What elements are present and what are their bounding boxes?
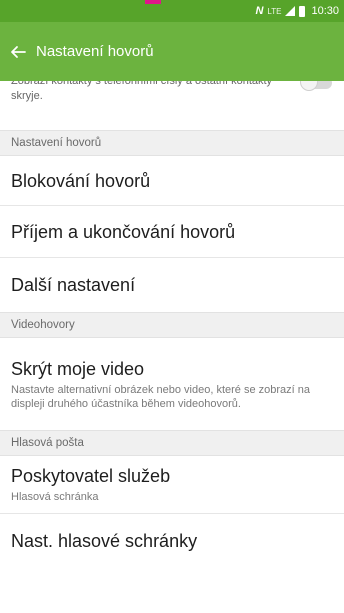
signal-icon xyxy=(285,6,296,16)
arrow-left-icon xyxy=(11,45,26,58)
more-settings-item[interactable]: Další nastavení xyxy=(0,258,344,312)
lte-indicator: LTE xyxy=(267,6,282,16)
voicemail-settings-item[interactable]: Nast. hlasové schránky xyxy=(0,514,344,568)
hide-my-video-item[interactable]: Skrýt moje video Nastavte alternativní o… xyxy=(0,338,344,430)
hide-my-video-label: Skrýt moje video xyxy=(11,358,145,379)
section-header-voicemail: Hlasová pošta xyxy=(0,430,344,456)
battery-icon xyxy=(299,5,306,17)
call-blocking-label: Blokování hovorů xyxy=(11,170,151,191)
answer-end-calls-item[interactable]: Příjem a ukončování hovorů xyxy=(0,206,344,258)
nfc-icon: N xyxy=(255,5,264,17)
clock: 10:30 xyxy=(311,5,339,17)
hide-my-video-description: Nastavte alternativní obrázek nebo video… xyxy=(11,383,311,410)
more-settings-label: Další nastavení xyxy=(11,275,136,295)
settings-list[interactable]: Zobrazí kontakty s telefonními čísly a o… xyxy=(0,81,344,613)
status-bar: N LTE 10:30 xyxy=(0,0,344,22)
service-provider-label: Poskytovatel služeb xyxy=(11,466,171,486)
answer-end-calls-label: Příjem a ukončování hovorů xyxy=(11,221,236,242)
toggle-knob xyxy=(300,81,318,91)
call-blocking-item[interactable]: Blokování hovorů xyxy=(0,156,344,206)
contacts-filter-item[interactable]: Zobrazí kontakty s telefonními čísly a o… xyxy=(0,81,344,130)
top-marker xyxy=(145,0,161,4)
section-header-video-calls: Videohovory xyxy=(0,312,344,338)
service-provider-value: Hlasová schránka xyxy=(11,491,99,503)
contacts-filter-description: Zobrazí kontakty s telefonními čísly a o… xyxy=(11,81,273,102)
contacts-filter-toggle[interactable] xyxy=(300,81,332,91)
app-bar: Nastavení hovorů xyxy=(0,22,344,81)
page-title: Nastavení hovorů xyxy=(36,43,154,60)
back-button[interactable] xyxy=(8,42,28,62)
service-provider-item[interactable]: Poskytovatel služeb Hlasová schránka xyxy=(0,456,344,514)
section-header-call-settings: Nastavení hovorů xyxy=(0,130,344,156)
voicemail-settings-label: Nast. hlasové schránky xyxy=(11,531,198,551)
